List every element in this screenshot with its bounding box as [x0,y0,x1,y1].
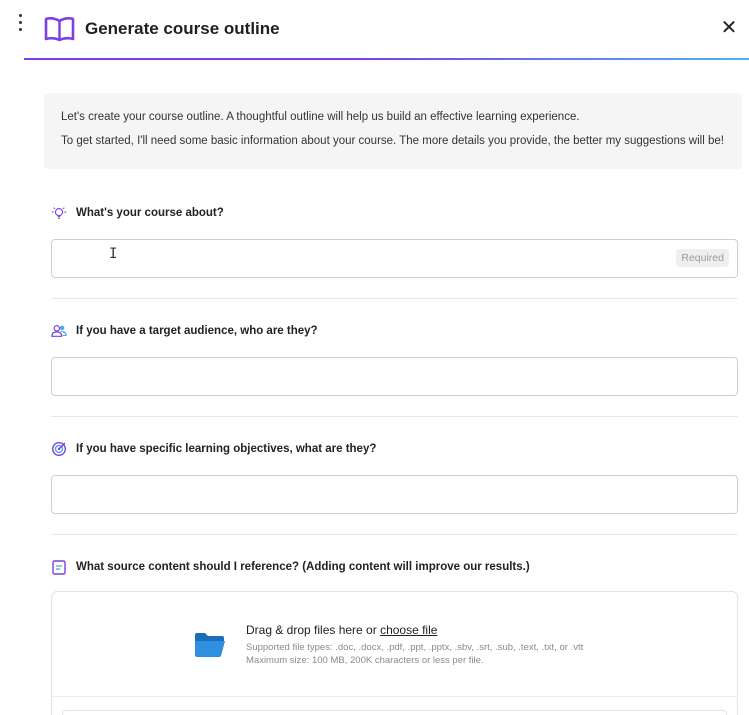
intro-line-2: To get started, I'll need some basic inf… [61,135,724,147]
audience-field[interactable] [51,357,738,396]
dropzone-main-text: Drag & drop files here or choose file [246,623,437,637]
max-file-size: Maximum size: 100 MB, 200K characters or… [246,655,484,666]
close-icon[interactable]: ✕ [718,17,740,39]
course-about-input[interactable] [52,240,737,277]
source-label: What source content should I reference? … [51,559,530,575]
intro-panel: Let's create your course outline. A thou… [44,93,742,169]
text-cursor-icon: I [109,246,118,262]
document-icon [51,559,67,575]
audience-label: If you have a target audience, who are t… [51,323,318,339]
audience-label-text: If you have a target audience, who are t… [76,325,318,337]
required-badge: Required [676,249,729,267]
header-accent-line [24,58,749,60]
dropzone-inner-field[interactable] [62,710,727,715]
page-title: Generate course outline [85,19,280,38]
dialog-header: Generate course outline ✕ [24,0,749,60]
divider [51,416,738,417]
source-label-text: What source content should I reference? … [76,561,530,573]
kebab-menu-icon[interactable] [19,14,23,32]
file-dropzone[interactable]: Drag & drop files here or choose file Su… [51,591,738,715]
course-about-label: What's your course about? [51,205,224,221]
intro-line-1: Let's create your course outline. A thou… [61,111,580,123]
objectives-label: If you have specific learning objectives… [51,441,376,457]
divider [51,298,738,299]
audience-input[interactable] [52,358,737,395]
divider [51,534,738,535]
course-about-field[interactable]: I Required [51,239,738,278]
divider [52,696,737,697]
target-icon [51,441,67,457]
choose-file-link[interactable]: choose file [380,623,437,637]
book-icon [44,16,75,42]
supported-file-types: Supported file types: .doc, .docx, .pdf,… [246,642,584,653]
objectives-field[interactable] [51,475,738,514]
objectives-label-text: If you have specific learning objectives… [76,443,377,455]
folder-icon [194,632,226,658]
people-icon [51,323,67,339]
lightbulb-icon [51,205,67,221]
objectives-input[interactable] [52,476,737,513]
dropzone-instruction: Drag & drop files here or [246,623,381,637]
course-about-label-text: What's your course about? [76,207,224,219]
